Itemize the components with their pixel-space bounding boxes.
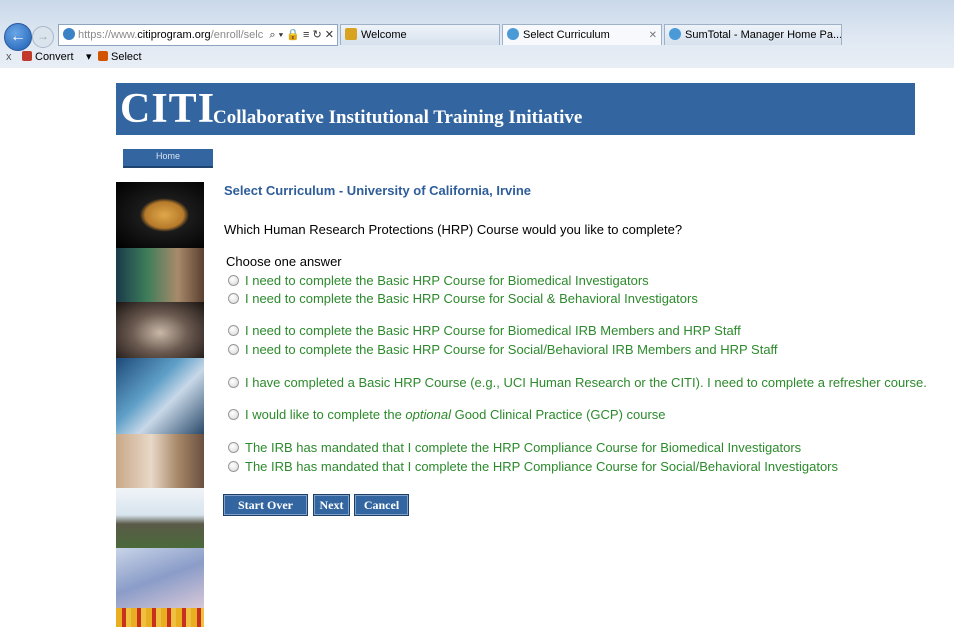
option-label-italic[interactable]: optional xyxy=(405,407,451,422)
command-bar: x Convert ▾ Select xyxy=(0,48,954,66)
option-label[interactable]: I need to complete the Basic HRP Course … xyxy=(245,323,741,338)
tab-welcome[interactable]: Welcome xyxy=(340,24,500,45)
option-refresher[interactable]: I have completed a Basic HRP Course (e.g… xyxy=(228,375,927,391)
stonehenge-image xyxy=(116,488,204,548)
option-compliance-social[interactable]: The IRB has mandated that I complete the… xyxy=(228,459,838,475)
close-toolbar-icon[interactable]: x xyxy=(6,48,12,66)
xray-pelvis-image xyxy=(116,302,204,358)
tab-select-curriculum[interactable]: Select Curriculum ✕ xyxy=(502,24,662,45)
convert-label: Convert xyxy=(35,51,74,63)
option-label[interactable]: I need to complete the Basic HRP Course … xyxy=(245,273,649,288)
option-gcp[interactable]: I would like to complete the optional Go… xyxy=(228,407,666,423)
question-text: Which Human Research Protections (HRP) C… xyxy=(224,222,683,237)
address-bar[interactable]: https://www.citiprogram.org/enroll/selc … xyxy=(58,24,338,46)
convert-button[interactable]: Convert xyxy=(22,48,74,66)
option-label[interactable]: I need to complete the Basic HRP Course … xyxy=(245,342,778,357)
tab-close-icon[interactable]: ✕ xyxy=(649,25,657,45)
convert-dropdown-icon[interactable]: ▾ xyxy=(86,48,92,66)
address-prefix: https://www. xyxy=(78,29,138,41)
option-basic-biomedical[interactable]: I need to complete the Basic HRP Course … xyxy=(228,273,649,289)
option-label[interactable]: The IRB has mandated that I complete the… xyxy=(245,440,801,455)
choose-label: Choose one answer xyxy=(226,254,342,269)
home-button[interactable]: Home xyxy=(123,149,213,168)
tab-label: SumTotal - Manager Home Pa... xyxy=(685,29,842,41)
microscopy-image xyxy=(116,548,204,608)
citi-banner: CITI Collaborative Institutional Trainin… xyxy=(116,83,915,135)
select-icon xyxy=(98,51,108,61)
cancel-button[interactable]: Cancel xyxy=(354,494,409,516)
radio-button[interactable] xyxy=(228,442,239,453)
option-compliance-biomedical[interactable]: The IRB has mandated that I complete the… xyxy=(228,440,801,456)
option-label[interactable]: The IRB has mandated that I complete the… xyxy=(245,459,838,474)
next-button[interactable]: Next xyxy=(313,494,350,516)
decorative-image-strip xyxy=(116,182,204,627)
tab-label: Welcome xyxy=(361,29,407,41)
ie-tab-icon xyxy=(669,28,681,40)
radio-button[interactable] xyxy=(228,275,239,286)
browser-chrome: ← → https://www.citiprogram.org/enroll/s… xyxy=(0,0,954,68)
address-path: /enroll/selc xyxy=(210,29,264,41)
address-host: citiprogram.org xyxy=(137,29,211,41)
surgeons-image xyxy=(116,358,204,434)
tab-sumtotal[interactable]: SumTotal - Manager Home Pa... xyxy=(664,24,842,45)
radio-button[interactable] xyxy=(228,409,239,420)
saturn-image xyxy=(116,182,204,248)
option-label[interactable]: I would like to complete the xyxy=(245,407,405,422)
radio-button[interactable] xyxy=(228,461,239,472)
back-arrow-icon[interactable]: ← xyxy=(4,23,32,51)
banner-subtitle: Collaborative Institutional Training Ini… xyxy=(213,107,583,128)
forward-arrow-icon[interactable]: → xyxy=(32,26,54,48)
ie-page-icon xyxy=(63,28,75,40)
convert-icon xyxy=(22,51,32,61)
select-label: Select xyxy=(111,51,142,63)
lab-flask-image xyxy=(116,248,204,302)
select-button[interactable]: Select xyxy=(98,48,142,66)
option-label[interactable]: I have completed a Basic HRP Course (e.g… xyxy=(245,375,927,390)
option-label[interactable]: I need to complete the Basic HRP Course … xyxy=(245,291,698,306)
flowers-image xyxy=(116,608,204,627)
page-title: Select Curriculum - University of Califo… xyxy=(224,183,532,198)
start-over-button[interactable]: Start Over xyxy=(223,494,308,516)
welcome-tab-icon xyxy=(345,28,357,40)
elderly-couple-image xyxy=(116,434,204,488)
radio-button[interactable] xyxy=(228,293,239,304)
option-label[interactable]: Good Clinical Practice (GCP) course xyxy=(451,407,666,422)
tab-label: Select Curriculum xyxy=(523,29,610,41)
option-basic-social-behavioral[interactable]: I need to complete the Basic HRP Course … xyxy=(228,291,698,307)
radio-button[interactable] xyxy=(228,377,239,388)
ie-tab-icon xyxy=(507,28,519,40)
citi-logo: CITI xyxy=(120,86,216,132)
address-controls[interactable]: ⌕ ▾ 🔒 ≡ ↻ ✕ xyxy=(267,25,334,45)
radio-button[interactable] xyxy=(228,325,239,336)
option-basic-biomedical-irb[interactable]: I need to complete the Basic HRP Course … xyxy=(228,323,741,339)
radio-button[interactable] xyxy=(228,344,239,355)
option-basic-social-irb[interactable]: I need to complete the Basic HRP Course … xyxy=(228,342,778,358)
